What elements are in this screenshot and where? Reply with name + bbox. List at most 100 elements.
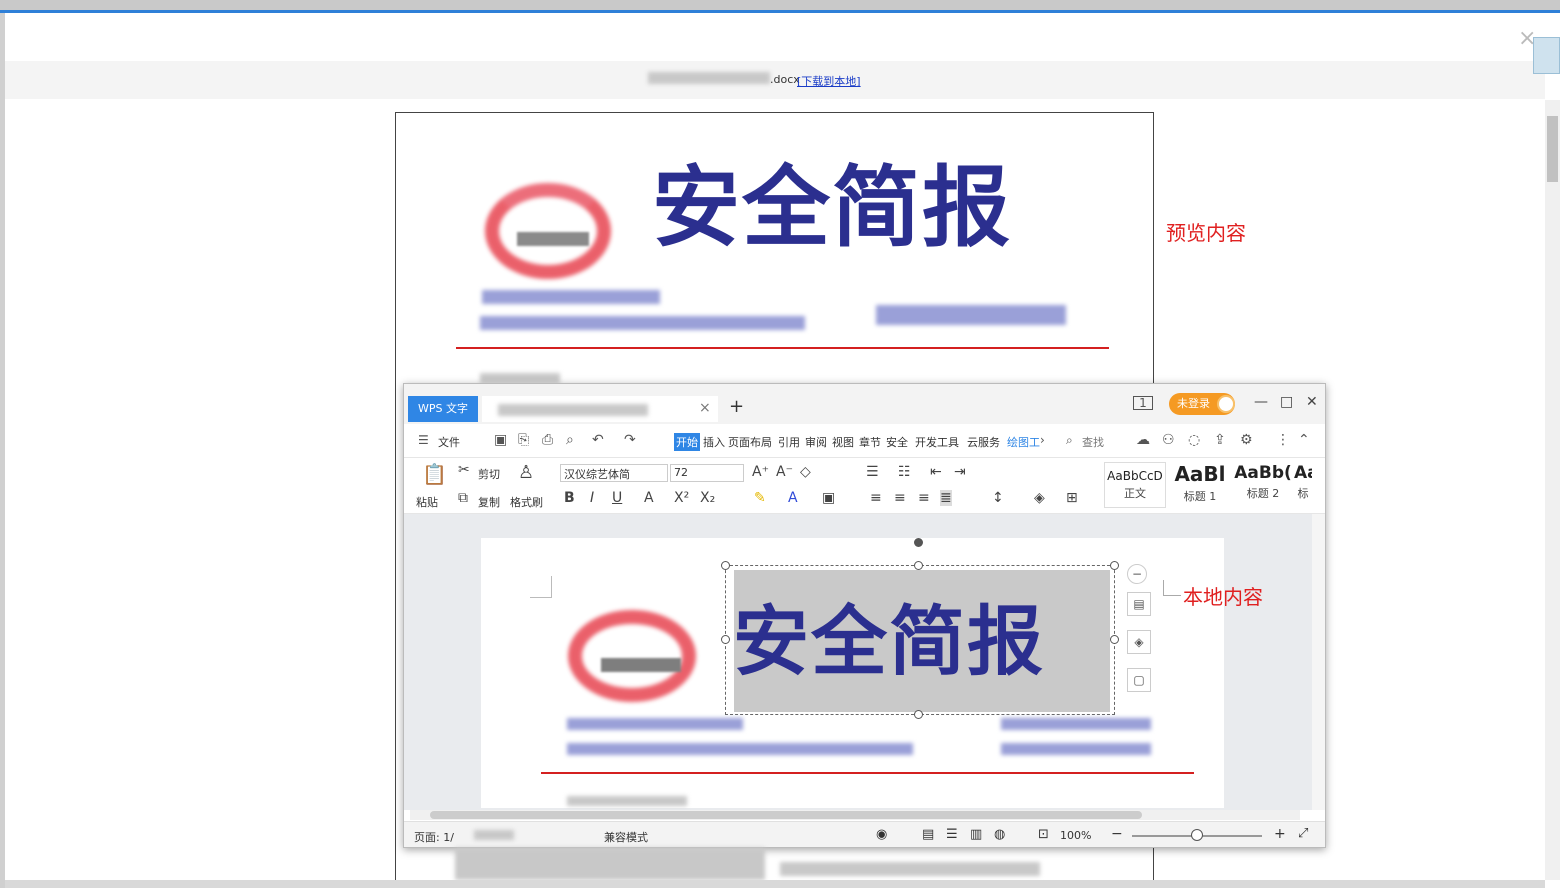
style-heading-1[interactable]: AaBl 标题 1 (1168, 462, 1232, 508)
shrink-font-icon[interactable]: A⁻ (776, 464, 793, 480)
format-painter-icon[interactable]: ♙ (518, 462, 534, 483)
menu-drawing-tools[interactable]: 绘图工 (1007, 434, 1040, 450)
wps-app-tab[interactable]: WPS 文字 (408, 396, 478, 422)
cloud-icon[interactable]: ☁ (1136, 432, 1150, 448)
document-tab[interactable]: × (482, 396, 718, 422)
highlight-icon[interactable]: ✎ (754, 490, 766, 506)
outline-icon[interactable]: ▢ (1127, 668, 1151, 692)
resize-handle[interactable] (914, 710, 923, 719)
maximize-icon[interactable]: □ (1280, 394, 1293, 410)
login-button[interactable]: 未登录 (1169, 393, 1235, 415)
hamburger-icon[interactable]: ☰ (418, 433, 429, 447)
page-scrollbar-thumb[interactable] (1547, 116, 1558, 182)
save-icon[interactable]: ▣ (494, 432, 507, 448)
side-widget-icon[interactable] (1533, 37, 1560, 74)
fill-icon[interactable]: ◈ (1127, 630, 1151, 654)
font-color-icon[interactable]: A (788, 490, 798, 506)
user-add-icon[interactable]: ⚇ (1162, 432, 1175, 448)
collapse-float-icon[interactable]: − (1127, 564, 1147, 584)
strikethrough-icon[interactable]: A (644, 490, 654, 506)
bullet-list-icon[interactable]: ☰ (866, 464, 879, 480)
align-right-icon[interactable]: ≡ (918, 490, 930, 506)
share-icon[interactable]: ⇪ (1214, 432, 1226, 448)
zoom-level[interactable]: 100% (1060, 829, 1091, 842)
menu-view[interactable]: 视图 (832, 434, 854, 450)
cut-icon[interactable]: ✂ (458, 462, 470, 478)
more-icon[interactable]: ⋮ (1276, 432, 1290, 448)
grow-font-icon[interactable]: A⁺ (752, 464, 769, 480)
menu-search[interactable]: 查找 (1082, 434, 1104, 450)
italic-icon[interactable]: I (590, 490, 594, 506)
layout-icon[interactable]: 1 (1133, 396, 1153, 410)
menu-review[interactable]: 审阅 (805, 434, 827, 450)
format-painter-label[interactable]: 格式刷 (510, 494, 543, 510)
resize-handle[interactable] (914, 561, 923, 570)
wps-horizontal-thumb[interactable] (430, 811, 1142, 819)
web-view-icon[interactable]: ◍ (994, 827, 1005, 842)
eye-icon[interactable]: ◉ (876, 827, 887, 842)
preview-icon[interactable]: ⌕ (566, 432, 574, 448)
wps-horizontal-scrollbar[interactable] (410, 810, 1300, 820)
char-border-icon[interactable]: ▣ (822, 490, 835, 506)
tab-close-icon[interactable]: × (699, 400, 711, 416)
resize-handle[interactable] (1110, 635, 1119, 644)
new-tab-button[interactable]: + (729, 396, 744, 417)
menu-home[interactable]: 开始 (674, 433, 700, 451)
export-icon[interactable]: ⎘ (518, 432, 529, 448)
resize-handle[interactable] (721, 635, 730, 644)
close-window-icon[interactable]: ✕ (1306, 394, 1318, 410)
shading-icon[interactable]: ◈ (1034, 490, 1045, 506)
resize-handle[interactable] (1110, 561, 1119, 570)
clear-format-icon[interactable]: ◇ (800, 464, 811, 480)
copy-label[interactable]: 复制 (478, 494, 500, 510)
page-view-icon[interactable]: ▤ (922, 827, 934, 842)
numbered-list-icon[interactable]: ☷ (898, 464, 911, 480)
comment-icon[interactable]: ◌ (1188, 432, 1200, 448)
bold-icon[interactable]: B (564, 490, 575, 506)
download-link[interactable]: [下载到本地] (797, 73, 861, 89)
underline-icon[interactable]: U (612, 490, 622, 506)
zoom-out-icon[interactable]: − (1111, 826, 1123, 842)
subscript-icon[interactable]: X₂ (700, 490, 715, 506)
paste-label[interactable]: 粘贴 (416, 494, 438, 510)
menu-page-layout[interactable]: 页面布局 (728, 434, 772, 450)
menu-file[interactable]: 文件 (438, 434, 460, 450)
menu-chapter[interactable]: 章节 (859, 434, 881, 450)
cut-label[interactable]: 剪切 (478, 466, 500, 482)
indent-icon[interactable]: ⇥ (954, 464, 966, 480)
menu-insert[interactable]: 插入 (703, 434, 725, 450)
resize-handle[interactable] (721, 561, 730, 570)
minimize-icon[interactable]: — (1254, 394, 1268, 410)
menu-security[interactable]: 安全 (886, 434, 908, 450)
style-normal[interactable]: AaBbCcD 正文 (1104, 462, 1166, 508)
zoom-slider-handle[interactable] (1191, 829, 1203, 841)
font-size-select[interactable]: 72 (670, 464, 744, 482)
line-spacing-icon[interactable]: ↕ (992, 490, 1004, 506)
menu-developer[interactable]: 开发工具 (915, 434, 959, 450)
reading-view-icon[interactable]: ▥ (970, 827, 982, 842)
outdent-icon[interactable]: ⇤ (930, 464, 942, 480)
outline-view-icon[interactable]: ☰ (946, 827, 958, 842)
superscript-icon[interactable]: X² (674, 490, 689, 506)
font-family-select[interactable]: 汉仪综艺体简 (560, 464, 668, 482)
chevron-right-icon[interactable]: › (1040, 433, 1045, 447)
align-left-icon[interactable]: ≡ (870, 490, 882, 506)
selection-frame[interactable] (725, 565, 1115, 715)
justify-icon[interactable]: ≣ (940, 490, 952, 506)
search-icon[interactable]: ⌕ (1066, 433, 1073, 448)
layout-options-icon[interactable]: ▤ (1127, 592, 1151, 616)
copy-icon[interactable]: ⧉ (458, 490, 468, 506)
align-center-icon[interactable]: ≡ (894, 490, 906, 506)
wps-vertical-scrollbar[interactable] (1312, 514, 1325, 810)
print-icon[interactable]: ⎙ (542, 432, 553, 448)
page-scrollbar[interactable] (1545, 100, 1560, 880)
fit-icon[interactable]: ⊡ (1038, 827, 1049, 842)
zoom-in-icon[interactable]: + (1274, 826, 1286, 842)
redo-icon[interactable]: ↷ (624, 432, 636, 448)
undo-icon[interactable]: ↶ (592, 432, 604, 448)
paste-icon[interactable]: 📋 (422, 462, 447, 486)
style-heading-2[interactable]: AaBb( 标题 2 (1232, 462, 1294, 508)
borders-icon[interactable]: ⊞ (1066, 490, 1078, 506)
collapse-ribbon-icon[interactable]: ⌃ (1298, 432, 1310, 448)
settings-icon[interactable]: ⚙ (1240, 432, 1253, 448)
